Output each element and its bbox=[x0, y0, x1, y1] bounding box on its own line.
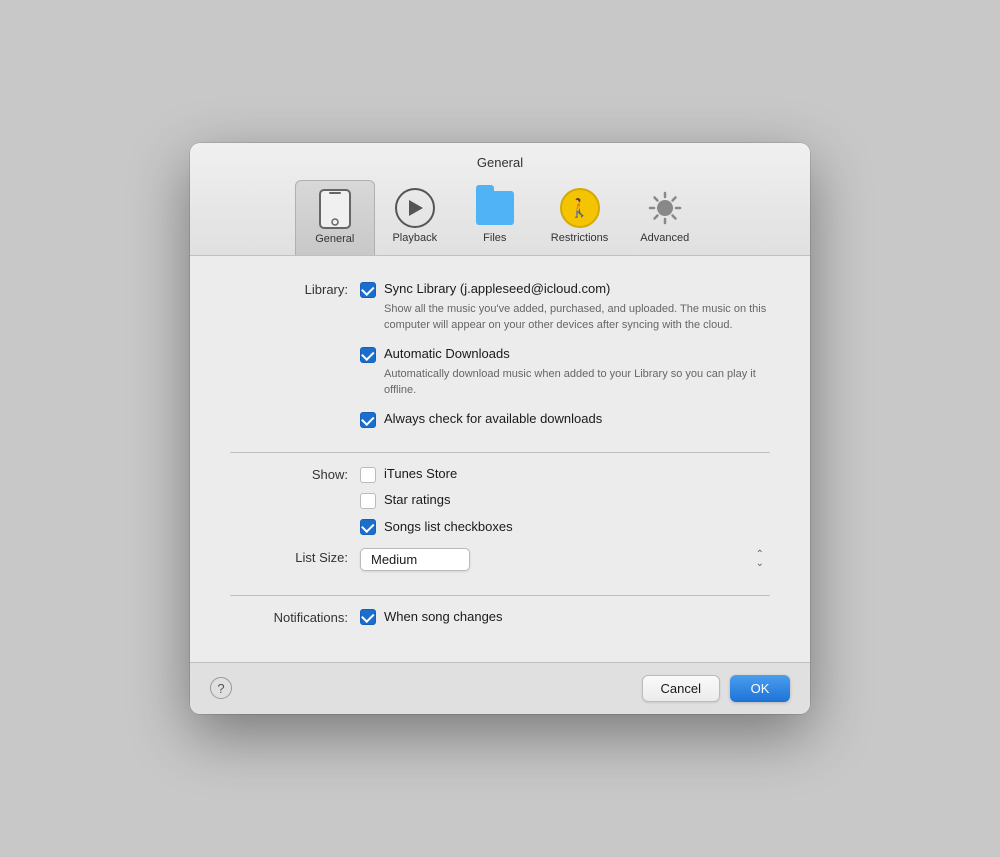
playback-icon bbox=[395, 188, 435, 228]
tab-general[interactable]: General bbox=[295, 180, 375, 255]
list-size-field-row: List Size: Small Medium Large bbox=[230, 548, 770, 571]
list-size-select-wrapper: Small Medium Large bbox=[360, 548, 770, 571]
library-label: Library: bbox=[230, 280, 360, 297]
auto-downloads-checkbox[interactable] bbox=[360, 347, 376, 363]
select-arrow-icon bbox=[756, 550, 764, 569]
files-icon bbox=[475, 188, 515, 228]
list-size-select[interactable]: Small Medium Large bbox=[360, 548, 470, 571]
library-content: Sync Library (j.appleseed@icloud.com) Sh… bbox=[360, 280, 770, 428]
when-song-changes-label: When song changes bbox=[384, 608, 503, 626]
songs-list-checkboxes-row: Songs list checkboxes bbox=[360, 518, 770, 536]
list-size-content: Small Medium Large bbox=[360, 548, 770, 571]
when-song-changes-row: When song changes bbox=[360, 608, 770, 626]
tab-restrictions-label: Restrictions bbox=[551, 232, 608, 244]
always-check-label: Always check for available downloads bbox=[384, 410, 602, 428]
toolbar: General Playback Files 🚶 bbox=[190, 180, 810, 255]
tab-advanced[interactable]: Advanced bbox=[624, 180, 705, 255]
itunes-store-row: iTunes Store bbox=[360, 465, 770, 483]
library-field-row: Library: Sync Library (j.appleseed@iclou… bbox=[230, 280, 770, 428]
always-check-row: Always check for available downloads bbox=[360, 410, 770, 428]
tab-playback-label: Playback bbox=[392, 232, 437, 244]
auto-downloads-description: Automatically download music when added … bbox=[384, 367, 770, 398]
sync-library-label: Sync Library (j.appleseed@icloud.com) bbox=[384, 280, 610, 298]
divider-1 bbox=[230, 452, 770, 453]
library-section: Library: Sync Library (j.appleseed@iclou… bbox=[230, 280, 770, 440]
songs-list-checkboxes-label: Songs list checkboxes bbox=[384, 518, 513, 536]
general-icon bbox=[315, 189, 355, 229]
notifications-section: Notifications: When song changes bbox=[230, 608, 770, 638]
auto-downloads-label: Automatic Downloads bbox=[384, 345, 510, 363]
help-button[interactable]: ? bbox=[210, 677, 232, 699]
bottom-bar: ? Cancel OK bbox=[190, 662, 810, 714]
star-ratings-checkbox[interactable] bbox=[360, 493, 376, 509]
preferences-window: General General Playback bbox=[190, 143, 810, 714]
notifications-label: Notifications: bbox=[230, 608, 360, 625]
restrictions-icon: 🚶 bbox=[560, 188, 600, 228]
auto-downloads-row: Automatic Downloads bbox=[360, 345, 770, 363]
cancel-button[interactable]: Cancel bbox=[642, 675, 720, 702]
always-check-checkbox[interactable] bbox=[360, 412, 376, 428]
divider-2 bbox=[230, 595, 770, 596]
notifications-content: When song changes bbox=[360, 608, 770, 626]
show-content: iTunes Store Star ratings Songs list che… bbox=[360, 465, 770, 536]
star-ratings-row: Star ratings bbox=[360, 491, 770, 509]
list-size-label: List Size: bbox=[230, 548, 360, 565]
tab-files[interactable]: Files bbox=[455, 180, 535, 255]
notifications-field-row: Notifications: When song changes bbox=[230, 608, 770, 626]
ok-button[interactable]: OK bbox=[730, 675, 790, 702]
bottom-buttons: Cancel OK bbox=[642, 675, 790, 702]
tab-restrictions[interactable]: 🚶 Restrictions bbox=[535, 180, 624, 255]
window-title: General bbox=[190, 155, 810, 170]
show-field-row: Show: iTunes Store Star ratings bbox=[230, 465, 770, 536]
tab-playback[interactable]: Playback bbox=[375, 180, 455, 255]
title-bar: General General Playback bbox=[190, 143, 810, 256]
tab-general-label: General bbox=[315, 233, 354, 245]
star-ratings-label: Star ratings bbox=[384, 491, 450, 509]
itunes-store-checkbox[interactable] bbox=[360, 467, 376, 483]
sync-library-description: Show all the music you've added, purchas… bbox=[384, 302, 770, 333]
show-section: Show: iTunes Store Star ratings bbox=[230, 465, 770, 583]
sync-library-checkbox[interactable] bbox=[360, 282, 376, 298]
songs-list-checkboxes-checkbox[interactable] bbox=[360, 519, 376, 535]
advanced-icon bbox=[645, 188, 685, 228]
itunes-store-label: iTunes Store bbox=[384, 465, 457, 483]
when-song-changes-checkbox[interactable] bbox=[360, 609, 376, 625]
tab-files-label: Files bbox=[483, 232, 506, 244]
sync-library-row: Sync Library (j.appleseed@icloud.com) bbox=[360, 280, 770, 298]
content-area: Library: Sync Library (j.appleseed@iclou… bbox=[190, 256, 810, 662]
tab-advanced-label: Advanced bbox=[640, 232, 689, 244]
show-label: Show: bbox=[230, 465, 360, 482]
